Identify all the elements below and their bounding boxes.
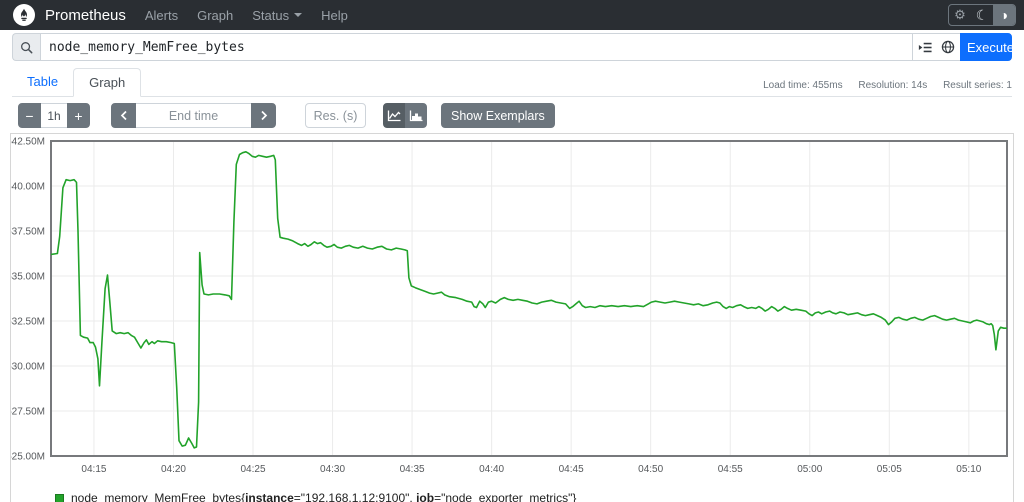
globe-button[interactable] [936,33,960,61]
nav-item-graph[interactable]: Graph [197,8,233,23]
svg-text:04:50: 04:50 [638,464,663,475]
line-chart-icon [387,110,401,121]
range-input[interactable] [41,103,67,128]
search-addon [12,33,40,61]
show-exemplars-button[interactable]: Show Exemplars [441,103,555,128]
svg-text:542.50M: 542.50M [11,137,45,148]
endtime-group [111,103,276,128]
result-series: Result series: 1 [943,80,1012,91]
svg-text:04:40: 04:40 [479,464,504,475]
search-icon [21,41,33,53]
svg-text:535.00M: 535.00M [11,272,45,283]
globe-icon [941,40,955,54]
theme-dark-moon-icon[interactable]: ☾ [971,5,993,25]
graph-canvas[interactable]: 04:15 04:20 04:25 04:30 04:35 04:40 04:45 04:50… [11,134,1013,479]
navbar: Prometheus Alerts Graph Status Help ⚙ ☾ … [0,0,1024,30]
load-time: Load time: 455ms [763,80,843,91]
legend-item[interactable]: node_memory_MemFree_bytes{instance="192.… [55,491,1013,502]
svg-text:527.50M: 527.50M [11,407,45,418]
svg-text:05:00: 05:00 [797,464,822,475]
theme-auto-contrast-icon[interactable]: ◑ [993,5,1015,25]
graph-controls: − + Show Exempla [18,103,1012,128]
tabbar: Table Graph Load time: 455ms Resolution:… [12,68,1012,97]
svg-text:540.00M: 540.00M [11,182,45,193]
tab-table[interactable]: Table [12,68,73,96]
theme-light-gear-icon[interactable]: ⚙ [949,5,971,25]
svg-text:04:55: 04:55 [718,464,743,475]
svg-text:530.00M: 530.00M [11,362,45,373]
svg-text:05:05: 05:05 [877,464,902,475]
end-time-input[interactable] [136,103,251,128]
stacked-graph-toggle-button[interactable] [405,103,427,128]
flame-icon [21,8,27,21]
svg-text:04:20: 04:20 [161,464,186,475]
series-color-swatch [55,493,64,502]
svg-text:04:15: 04:15 [81,464,106,475]
metrics-explorer-icon [918,42,932,52]
range-group: − + [18,103,90,128]
range-decrease-button[interactable]: − [18,103,41,128]
svg-text:04:30: 04:30 [320,464,345,475]
eval-stats: Load time: 455ms Resolution: 14s Result … [750,80,1012,91]
resolution-input[interactable] [305,103,366,128]
chart-type-toggle [383,103,427,128]
query-bar: Execute [12,33,1014,61]
theme-switcher: ⚙ ☾ ◑ [948,4,1016,26]
nav-item-status[interactable]: Status [252,8,303,23]
resolution: Resolution: 14s [858,80,928,91]
svg-text:04:25: 04:25 [241,464,266,475]
time-back-button[interactable] [111,103,136,128]
nav-item-help[interactable]: Help [321,8,348,23]
graph-panel: 04:15 04:20 04:25 04:30 04:35 04:40 04:45 04:50… [10,133,1014,502]
series-label: node_memory_MemFree_bytes{instance="192.… [71,491,577,502]
brand-title[interactable]: Prometheus [45,7,126,24]
chevron-right-icon [260,110,267,121]
svg-text:525.00M: 525.00M [11,452,45,463]
svg-text:537.50M: 537.50M [11,227,45,238]
svg-text:04:35: 04:35 [400,464,425,475]
nav-item-alerts[interactable]: Alerts [145,8,178,23]
chevron-left-icon [120,110,127,121]
svg-text:532.50M: 532.50M [11,317,45,328]
metrics-explorer-button[interactable] [912,33,936,61]
caret-down-icon [294,13,303,17]
stacked-chart-icon [409,110,423,121]
prometheus-logo-icon[interactable] [13,4,35,26]
time-forward-button[interactable] [251,103,276,128]
execute-button[interactable]: Execute [960,33,1014,61]
tab-graph[interactable]: Graph [73,68,142,97]
query-expression-input[interactable] [40,33,912,61]
svg-text:04:45: 04:45 [559,464,584,475]
line-graph-toggle-button[interactable] [383,103,405,128]
range-increase-button[interactable]: + [67,103,90,128]
svg-text:05:10: 05:10 [956,464,981,475]
